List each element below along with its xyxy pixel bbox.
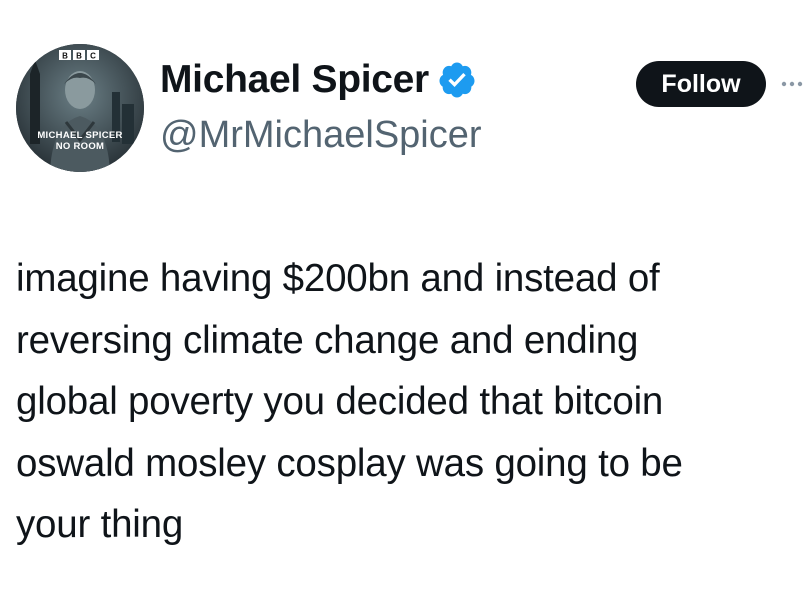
svg-text:MICHAEL SPICER: MICHAEL SPICER bbox=[37, 130, 122, 141]
display-name[interactable]: Michael Spicer bbox=[160, 58, 477, 102]
display-name-text[interactable]: Michael Spicer bbox=[160, 58, 429, 102]
bbc-logo: B B C bbox=[59, 50, 99, 61]
verified-badge-icon[interactable] bbox=[437, 60, 477, 100]
avatar[interactable]: B B C MICHAEL SPICER NO ROOM bbox=[16, 44, 144, 172]
more-dots-icon[interactable] bbox=[780, 72, 804, 96]
svg-text:B: B bbox=[62, 52, 68, 61]
svg-text:NO ROOM: NO ROOM bbox=[56, 141, 105, 152]
svg-text:C: C bbox=[90, 52, 96, 61]
follow-button[interactable]: Follow bbox=[636, 61, 766, 107]
tweet-text: imagine having $200bn and instead of rev… bbox=[16, 257, 683, 546]
user-handle[interactable]: @MrMichaelSpicer bbox=[160, 114, 482, 157]
avatar-image: B B C MICHAEL SPICER NO ROOM bbox=[16, 44, 144, 172]
tweet-card: B B C MICHAEL SPICER NO ROOM Michael Spi… bbox=[0, 0, 804, 600]
svg-text:B: B bbox=[76, 52, 82, 61]
